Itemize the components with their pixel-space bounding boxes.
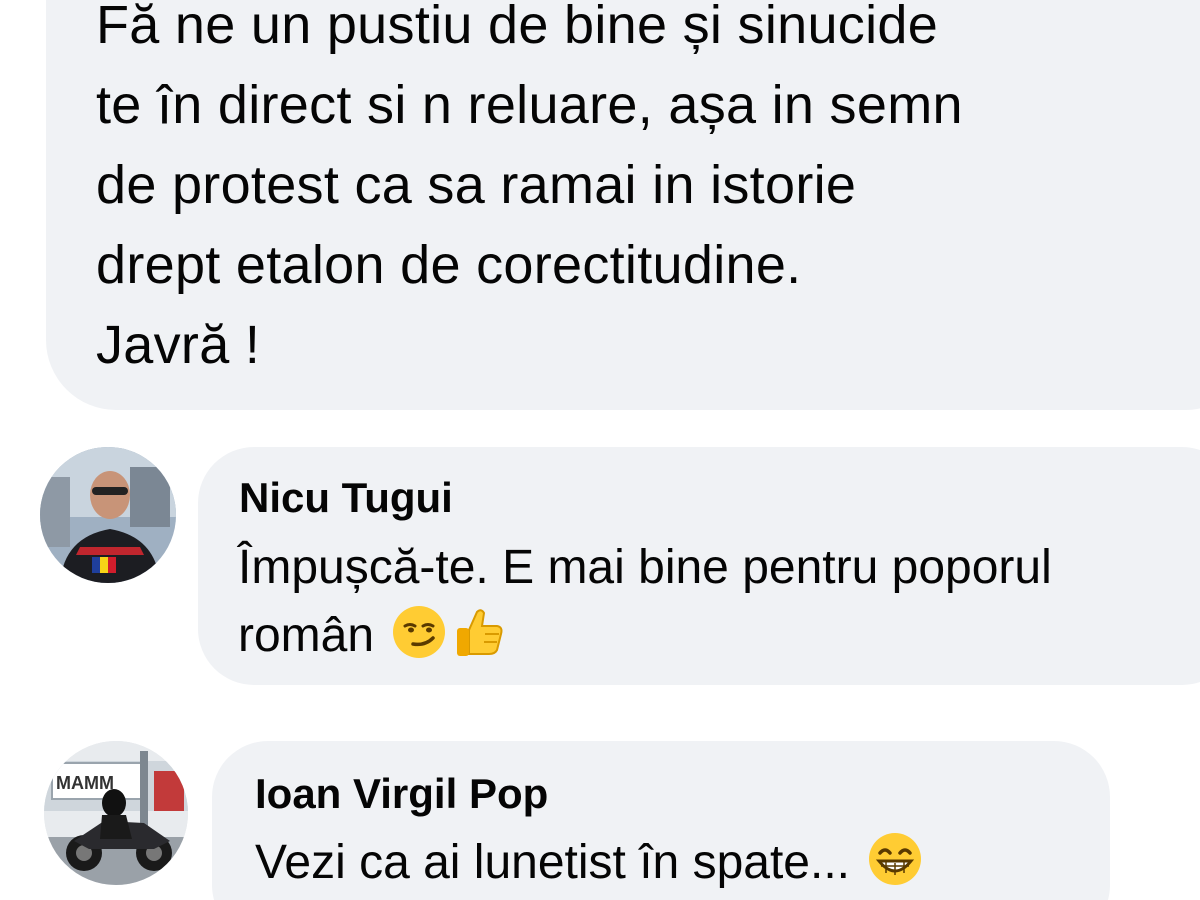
reply-author-name[interactable]: Nicu Tugui: [239, 473, 453, 523]
reply-text: Împușcă-te. E mai bine pentru poporul ro…: [238, 534, 1198, 670]
grinning-face-icon: [867, 831, 923, 887]
comment-bubble-top[interactable]: Fă ne un pustiu de bine și sinucide te î…: [46, 0, 1200, 410]
smirking-face-icon: [391, 604, 447, 660]
reply-bubble[interactable]: Ioan Virgil Pop Vezi ca ai lunetist în s…: [212, 741, 1110, 900]
reply-text: Vezi ca ai lunetist în spate...: [255, 829, 1095, 897]
avatar[interactable]: MAMM: [44, 741, 188, 885]
reply-text-line2: român: [238, 609, 375, 662]
thumbs-up-icon: [451, 604, 507, 660]
avatar[interactable]: [40, 447, 176, 583]
comment-thread: Fă ne un pustiu de bine și sinucide te î…: [0, 0, 1200, 900]
reply-text-content: Vezi ca ai lunetist în spate...: [255, 836, 851, 889]
reply-text-line1: Împușcă-te. E mai bine pentru poporul: [238, 541, 1052, 594]
comment-text: Fă ne un pustiu de bine și sinucide te î…: [96, 0, 963, 375]
avatar-photo-nicu-tugui: [40, 447, 176, 583]
avatar-sign-text: MAMM: [56, 773, 114, 793]
reply-bubble[interactable]: Nicu Tugui Împușcă-te. E mai bine pentru…: [198, 447, 1200, 685]
avatar-photo-ioan-virgil-pop: MAMM: [44, 741, 188, 885]
reply-author-name[interactable]: Ioan Virgil Pop: [255, 769, 548, 819]
